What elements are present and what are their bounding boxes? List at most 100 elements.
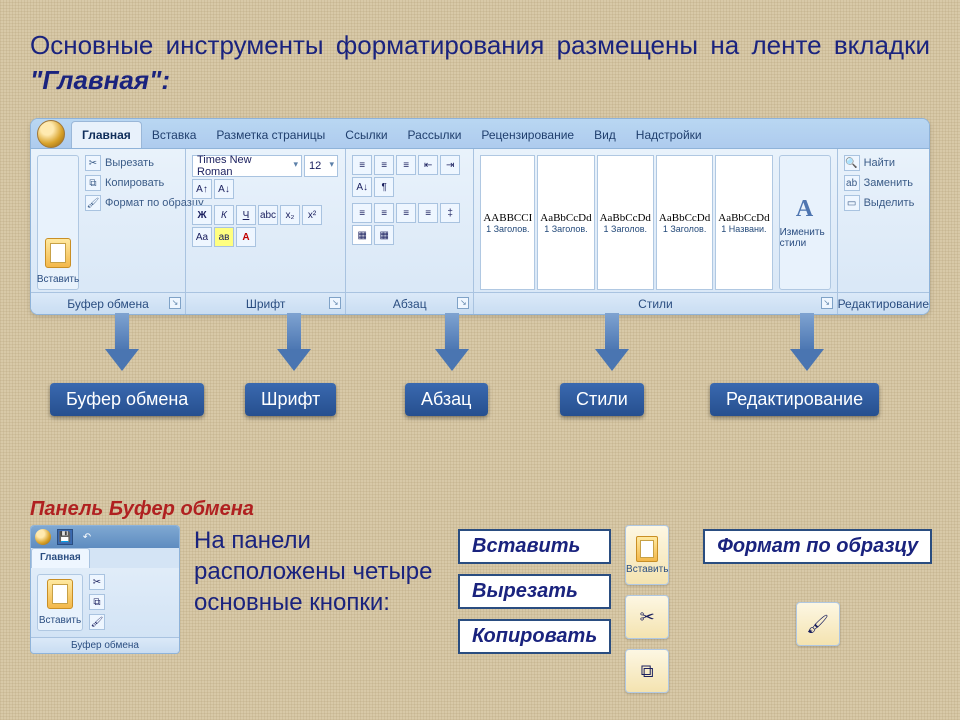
underline-button[interactable]: Ч — [236, 205, 256, 225]
big-paste-icon — [636, 536, 658, 562]
bold-button[interactable]: Ж — [192, 205, 212, 225]
tag-font: Шрифт — [245, 383, 336, 416]
save-icon[interactable]: 💾 — [57, 529, 73, 545]
style-item-0[interactable]: AABBCCI1 Заголов. — [480, 155, 535, 290]
ribbon-tab-bar: Главная Вставка Разметка страницы Ссылки… — [31, 119, 929, 149]
tab-page-layout[interactable]: Разметка страницы — [206, 122, 335, 148]
label-cut: Вырезать — [458, 574, 611, 609]
mini-tab-home[interactable]: Главная — [31, 548, 90, 568]
paste-button[interactable]: Вставить — [37, 155, 79, 290]
numbering-icon[interactable]: ≡ — [374, 155, 394, 175]
label-format-painter: Формат по образцу — [703, 529, 932, 564]
replace-button[interactable]: abЗаменить — [844, 175, 923, 191]
multilevel-icon[interactable]: ≡ — [396, 155, 416, 175]
style-item-3[interactable]: AaBbCcDd1 Заголов. — [656, 155, 713, 290]
tag-clipboard: Буфер обмена — [50, 383, 204, 416]
tab-review[interactable]: Рецензирование — [471, 122, 584, 148]
align-center-icon[interactable]: ≡ — [374, 203, 394, 223]
callout-row: Буфер обмена Шрифт Абзац Стили Редактиро… — [30, 313, 930, 423]
superscript-button[interactable]: x² — [302, 205, 322, 225]
tab-mailings[interactable]: Рассылки — [398, 122, 472, 148]
mini-office-button-icon[interactable] — [35, 529, 51, 545]
mini-copy-icon[interactable]: ⧉ — [89, 594, 105, 610]
big-cut-icon[interactable]: ✂ — [625, 595, 669, 639]
sort-icon[interactable]: A↓ — [352, 177, 372, 197]
scissors-icon: ✂ — [85, 155, 101, 171]
heading-text: Основные инструменты форматирования разм… — [30, 30, 930, 60]
arrow-paragraph — [435, 313, 469, 373]
select-button[interactable]: ▭Выделить — [844, 195, 923, 211]
font-color-button[interactable]: A — [236, 227, 256, 247]
group-font-label: Шрифт — [246, 297, 285, 311]
shrink-font-icon[interactable]: A↓ — [214, 179, 234, 199]
strike-button[interactable]: abc — [258, 205, 278, 225]
tag-paragraph: Абзац — [405, 383, 488, 416]
borders-icon[interactable]: ▦ — [374, 225, 394, 245]
group-clipboard: Вставить ✂Вырезать ⧉Копировать 🖌Формат п… — [31, 149, 186, 314]
group-font: Times New Roman 12 A↑ A↓ Ж К Ч abc x₂ x²… — [186, 149, 346, 314]
group-paragraph-label: Абзац — [393, 297, 427, 311]
paste-icon — [45, 238, 71, 268]
style-item-1[interactable]: AaBbCcDd1 Заголов. — [537, 155, 594, 290]
arrow-clipboard — [105, 313, 139, 373]
brush-icon: 🖌 — [85, 195, 101, 211]
styles-gallery[interactable]: AABBCCI1 Заголов. AaBbCcDd1 Заголов. AaB… — [480, 155, 772, 290]
shading-icon[interactable]: ▦ — [352, 225, 372, 245]
copy-icon: ⧉ — [85, 175, 101, 191]
office-button-icon[interactable] — [37, 120, 65, 148]
heading: Основные инструменты форматирования разм… — [30, 28, 930, 98]
mini-scissors-icon[interactable]: ✂ — [89, 574, 105, 590]
big-copy-icon[interactable]: ⧉ — [625, 649, 669, 693]
align-left-icon[interactable]: ≡ — [352, 203, 372, 223]
big-paste-button[interactable]: Вставить — [625, 525, 669, 585]
font-name-select[interactable]: Times New Roman — [192, 155, 302, 177]
find-icon: 🔍 — [844, 155, 860, 171]
pilcrow-icon[interactable]: ¶ — [374, 177, 394, 197]
bullets-icon[interactable]: ≡ — [352, 155, 372, 175]
arrow-styles — [595, 313, 629, 373]
style-item-2[interactable]: AaBbCcDd1 Заголов. — [597, 155, 654, 290]
indent-inc-icon[interactable]: ⇥ — [440, 155, 460, 175]
tab-references[interactable]: Ссылки — [335, 122, 397, 148]
panel-description: На панели расположены четыре основные кн… — [194, 525, 444, 619]
undo-icon[interactable]: ↶ — [79, 529, 95, 545]
font-launcher[interactable]: ↘ — [329, 297, 341, 309]
word-ribbon: Главная Вставка Разметка страницы Ссылки… — [30, 118, 930, 315]
line-spacing-icon[interactable]: ‡ — [440, 203, 460, 223]
italic-button[interactable]: К — [214, 205, 234, 225]
mini-paste-icon — [47, 579, 73, 609]
group-styles-label: Стили — [638, 297, 673, 311]
font-size-select[interactable]: 12 — [304, 155, 338, 177]
group-paragraph: ≡ ≡ ≡ ⇤ ⇥ A↓ ¶ ≡ ≡ ≡ ≡ ‡ ▦ — [346, 149, 474, 314]
clipboard-launcher[interactable]: ↘ — [169, 297, 181, 309]
align-right-icon[interactable]: ≡ — [396, 203, 416, 223]
paragraph-launcher[interactable]: ↘ — [457, 297, 469, 309]
mini-group-label: Буфер обмена — [31, 637, 179, 653]
change-case-button[interactable]: Aa — [192, 227, 212, 247]
style-item-4[interactable]: AaBbCcDd1 Названи. — [715, 155, 772, 290]
replace-icon: ab — [844, 175, 860, 191]
mini-paste-button[interactable]: Вставить — [37, 574, 83, 631]
grow-font-icon[interactable]: A↑ — [192, 179, 212, 199]
find-button[interactable]: 🔍Найти — [844, 155, 923, 171]
big-brush-icon[interactable]: 🖌 — [796, 602, 840, 646]
tab-home[interactable]: Главная — [71, 121, 142, 148]
arrow-font — [277, 313, 311, 373]
indent-dec-icon[interactable]: ⇤ — [418, 155, 438, 175]
tag-editing: Редактирование — [710, 383, 879, 416]
group-editing-label: Редактирование — [838, 297, 929, 311]
tab-insert[interactable]: Вставка — [142, 122, 207, 148]
label-paste: Вставить — [458, 529, 611, 564]
ribbon-groups: Вставить ✂Вырезать ⧉Копировать 🖌Формат п… — [31, 149, 929, 314]
highlight-button[interactable]: aʙ — [214, 227, 234, 247]
tag-styles: Стили — [560, 383, 644, 416]
styles-launcher[interactable]: ↘ — [821, 297, 833, 309]
arrow-editing — [790, 313, 824, 373]
group-clipboard-label: Буфер обмена — [67, 297, 149, 311]
change-styles-button[interactable]: A Изменить стили — [779, 155, 831, 290]
mini-brush-icon[interactable]: 🖌 — [89, 614, 105, 630]
justify-icon[interactable]: ≡ — [418, 203, 438, 223]
tab-view[interactable]: Вид — [584, 122, 626, 148]
tab-addins[interactable]: Надстройки — [626, 122, 712, 148]
subscript-button[interactable]: x₂ — [280, 205, 300, 225]
